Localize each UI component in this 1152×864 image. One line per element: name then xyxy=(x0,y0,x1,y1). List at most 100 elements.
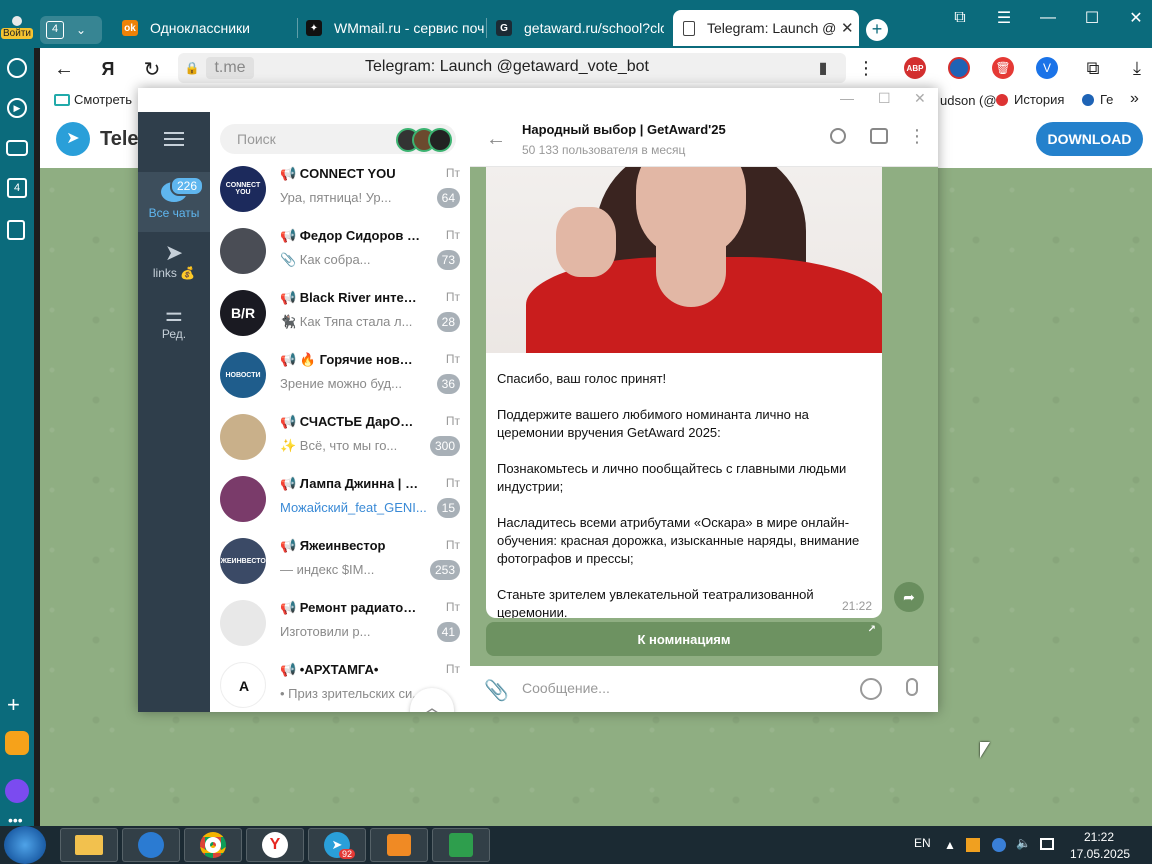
folder-icon xyxy=(75,835,103,855)
notes-icon[interactable] xyxy=(7,220,25,240)
bookmark-last-label: Ге xyxy=(1100,92,1114,107)
sidebar-toggle-icon[interactable] xyxy=(870,128,888,144)
adblock-icon[interactable]: ABP xyxy=(904,57,926,79)
tabs-count-icon[interactable]: 4 xyxy=(7,178,27,198)
chat-avatar xyxy=(220,414,266,460)
chat-list-item[interactable]: 📢 Федор Сидоров | И... Пт 📎 Как собра... 73 xyxy=(210,220,470,282)
bookmark-history[interactable]: История xyxy=(996,92,1064,107)
chat-list-item[interactable]: ЯЖЕИНВЕСТОР 📢 Яжеинвестор Пт — индекс $IM..… xyxy=(210,530,470,592)
tab-group-button[interactable]: 4 ⌄ xyxy=(40,16,102,44)
tab-telegram[interactable]: Telegram: Launch @g ✕ xyxy=(673,10,859,46)
yandex-icon[interactable]: Я xyxy=(96,57,120,81)
volume-icon[interactable]: 🔈 xyxy=(1016,836,1031,850)
minimize-icon[interactable]: — xyxy=(1038,8,1058,28)
download-icon[interactable]: ⤓ xyxy=(1126,57,1148,79)
emoji-icon[interactable] xyxy=(860,678,882,700)
tab-label: WMmail.ru - сервис поч xyxy=(334,20,484,36)
address-host[interactable]: t.me xyxy=(206,57,254,79)
telegram-logo-icon[interactable]: ➤ xyxy=(56,122,90,156)
forward-button[interactable]: ➦ xyxy=(894,582,924,612)
video-icon[interactable]: ▶ xyxy=(7,98,27,118)
chat-preview: Можайский_feat_GENI... xyxy=(280,500,427,515)
chat-list-item[interactable]: CONNECT YOU 📢 CONNECT YOU Пт Ура, пятница! … xyxy=(210,158,470,220)
more-vertical-icon[interactable]: ⋮ xyxy=(908,126,926,147)
start-button[interactable] xyxy=(4,826,46,864)
maximize-icon[interactable]: ☐ xyxy=(1082,8,1102,28)
tg-minimize-icon[interactable]: — xyxy=(840,90,854,106)
tray-expand-icon[interactable]: ▲ xyxy=(944,838,956,852)
bookmark-icon[interactable]: ▮ xyxy=(814,58,832,78)
tg-maximize-icon[interactable]: ☐ xyxy=(878,90,891,107)
input-language[interactable]: EN xyxy=(914,836,931,850)
new-tab-button[interactable]: + xyxy=(866,19,888,41)
back-icon[interactable]: ← xyxy=(52,57,76,81)
login-button[interactable]: Войти xyxy=(0,14,34,46)
clock-date[interactable]: 17.05.2025 xyxy=(1070,847,1130,861)
add-panel-icon[interactable]: + xyxy=(7,692,20,718)
taskbar-chrome[interactable] xyxy=(184,828,242,862)
camera-icon[interactable] xyxy=(6,140,28,156)
taskbar-telegram[interactable]: ➤ 92 xyxy=(308,828,366,862)
unread-badge: 73 xyxy=(436,250,460,270)
extensions-icon[interactable]: ⧉ xyxy=(1082,57,1104,79)
avatar-text: B/R xyxy=(230,305,256,321)
chat-list-item[interactable]: НОВОСТИ 📢 🔥 Горячие новост... Пт Зрение мож… xyxy=(210,344,470,406)
taskbar-yandex[interactable]: Y xyxy=(246,828,304,862)
reload-icon[interactable]: ↻ xyxy=(140,57,164,81)
mail-icon[interactable] xyxy=(5,731,29,755)
bookmarks-overflow-icon[interactable]: » xyxy=(1130,90,1139,108)
stories-avatars[interactable] xyxy=(396,128,454,152)
bookmark-watch-label: Смотреть xyxy=(74,92,132,107)
all-chats-label: Все чаты xyxy=(148,206,200,220)
chat-preview: Ура, пятница! Ур... xyxy=(280,190,392,205)
taskbar-explorer[interactable] xyxy=(60,828,118,862)
avatar-text: ЯЖЕИНВЕСТОР xyxy=(220,557,266,565)
tab-wmmail[interactable]: ✦ WMmail.ru - сервис поч xyxy=(306,10,484,46)
chat-list-item[interactable]: 📢 СЧАСТЬЕ ДарОМ ОК... Пт ✨ Всё, что мы го.… xyxy=(210,406,470,468)
history-icon[interactable] xyxy=(7,58,27,78)
attach-icon[interactable]: 📎 xyxy=(484,678,509,703)
alice-icon[interactable] xyxy=(5,779,29,803)
tg-menu-icon[interactable] xyxy=(164,132,184,146)
tg-close-icon[interactable]: ✕ xyxy=(914,90,926,107)
search-icon[interactable] xyxy=(830,128,846,144)
chat-list-item[interactable]: B/R 📢 Black River интерне... Пт 🐈‍⬛ Как Тяп… xyxy=(210,282,470,344)
clock-time[interactable]: 21:22 xyxy=(1084,830,1114,844)
bookmark-panel-icon[interactable]: ⧉ xyxy=(950,8,970,28)
taskbar-ie[interactable] xyxy=(122,828,180,862)
bookmark-watch[interactable]: Смотреть xyxy=(54,92,132,107)
folder-all-chats[interactable]: 226 Все чаты xyxy=(138,172,210,232)
nominations-button[interactable]: К номинациям ↗ xyxy=(486,622,882,656)
microphone-icon[interactable] xyxy=(906,678,918,696)
more-vertical-icon[interactable]: ⋮ xyxy=(856,58,876,78)
back-arrow-icon[interactable]: ← xyxy=(486,128,506,151)
chat-name: 📢 Ремонт радиатора ... xyxy=(280,600,420,615)
tray-network-icon[interactable] xyxy=(992,838,1006,852)
bookmark-partial[interactable]: udson (@ xyxy=(940,93,997,108)
taskbar-media[interactable] xyxy=(370,828,428,862)
chat-title[interactable]: Народный выбор | GetAward'25 xyxy=(522,122,726,137)
tab-odnoklassniki[interactable]: ok Одноклассники xyxy=(118,10,296,46)
extension-globe-icon[interactable] xyxy=(948,57,970,79)
folder-links[interactable]: ➤ links 💰 xyxy=(138,238,210,292)
extension-trash-icon[interactable]: 🗑 xyxy=(992,57,1014,79)
bookmark-last[interactable]: Ге xyxy=(1082,92,1113,107)
close-icon[interactable]: ✕ xyxy=(1126,8,1146,28)
download-button[interactable]: DOWNLOAD xyxy=(1036,122,1143,156)
message-photo[interactable] xyxy=(486,167,882,353)
folder-edit[interactable]: ⚌ Ред. xyxy=(138,300,210,354)
chat-preview: — индекс $IM... xyxy=(280,562,375,577)
telegram-window: — ☐ ✕ 226 Все чаты ➤ links 💰 ⚌ Ред. Поис… xyxy=(138,88,938,712)
photo-hand xyxy=(556,207,616,277)
close-tab-icon[interactable]: ✕ xyxy=(841,19,854,37)
extension-shield-icon[interactable]: V xyxy=(1036,57,1058,79)
chat-list-item[interactable]: 📢 Лампа Джинна | GE... Пт Можайский_feat_G… xyxy=(210,468,470,530)
tab-getaward[interactable]: G getaward.ru/school?clck xyxy=(496,10,664,46)
taskbar-app[interactable] xyxy=(432,828,490,862)
tray-app-icon[interactable] xyxy=(966,838,980,852)
chat-list-item[interactable]: 📢 Ремонт радиатора ... Пт Изготовили р... 4… xyxy=(210,592,470,654)
menu-icon[interactable]: ☰ xyxy=(994,8,1014,28)
message-input[interactable]: Сообщение... xyxy=(522,680,842,696)
avatar-text: CONNECT YOU xyxy=(225,182,261,196)
tray-display-icon[interactable] xyxy=(1040,838,1054,850)
